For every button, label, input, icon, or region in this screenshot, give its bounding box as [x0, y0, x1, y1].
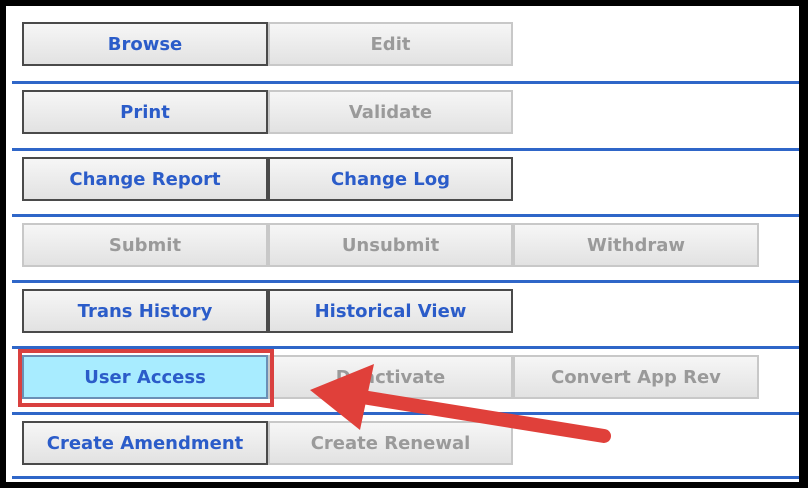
trans-history-button[interactable]: Trans History	[22, 289, 268, 333]
validate-button[interactable]: Validate	[268, 90, 513, 134]
deactivate-button[interactable]: Deactivate	[268, 355, 513, 399]
change-report-button[interactable]: Change Report	[22, 157, 268, 201]
row-divider	[12, 148, 799, 151]
row-divider	[12, 280, 799, 283]
unsubmit-button[interactable]: Unsubmit	[268, 223, 513, 267]
row-divider	[12, 412, 799, 415]
create-renewal-button[interactable]: Create Renewal	[268, 421, 513, 465]
historical-view-button[interactable]: Historical View	[268, 289, 513, 333]
action-button-panel: Browse Edit Print Validate Change Report…	[6, 6, 799, 482]
row-divider	[12, 214, 799, 217]
submit-button[interactable]: Submit	[22, 223, 268, 267]
create-amendment-button[interactable]: Create Amendment	[22, 421, 268, 465]
convert-app-rev-button[interactable]: Convert App Rev	[513, 355, 759, 399]
print-button[interactable]: Print	[22, 90, 268, 134]
row-divider	[12, 476, 799, 479]
row-divider	[12, 346, 799, 349]
browse-button[interactable]: Browse	[22, 22, 268, 66]
row-divider	[12, 81, 799, 84]
edit-button[interactable]: Edit	[268, 22, 513, 66]
change-log-button[interactable]: Change Log	[268, 157, 513, 201]
withdraw-button[interactable]: Withdraw	[513, 223, 759, 267]
user-access-button[interactable]: User Access	[22, 355, 268, 399]
